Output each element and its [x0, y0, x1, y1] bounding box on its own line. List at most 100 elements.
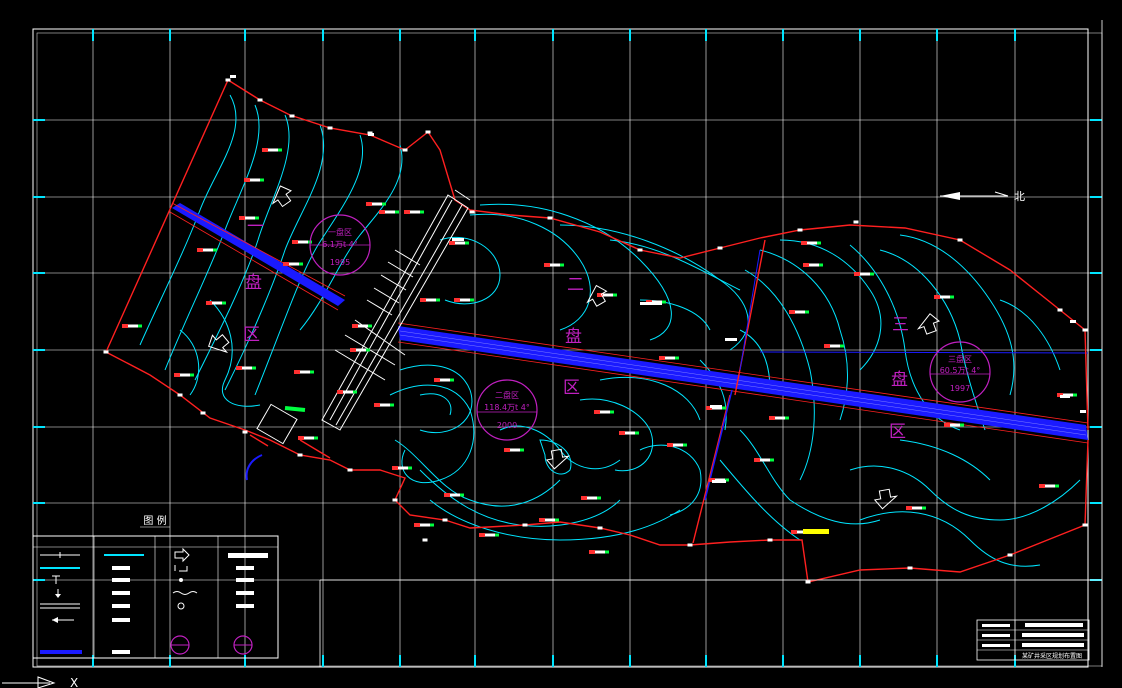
yellow-marker — [803, 529, 829, 534]
legend-symbol-bar — [236, 591, 254, 595]
legend-symbol-bar — [112, 604, 130, 608]
boundary-point — [637, 248, 643, 252]
boundary-point — [717, 246, 723, 250]
elevation-marker — [659, 356, 679, 360]
legend-symbol-bar — [236, 578, 254, 582]
elevation-marker — [801, 241, 821, 245]
north-label: 北 — [1014, 190, 1025, 203]
legend-symbol-blue-line — [40, 650, 82, 654]
elevation-marker — [236, 366, 256, 370]
svg-text:60.5万t 4°: 60.5万t 4° — [940, 366, 981, 375]
elevation-marker — [824, 344, 844, 348]
elevation-marker — [667, 443, 687, 447]
elevation-marker — [539, 518, 559, 522]
elevation-marker — [298, 436, 318, 440]
svg-text:区: 区 — [243, 325, 260, 345]
elevation-marker — [594, 410, 614, 414]
elevation-marker — [444, 493, 464, 497]
svg-text:1997: 1997 — [950, 384, 970, 393]
boundary-point — [797, 228, 803, 232]
elevation-marker — [944, 423, 964, 427]
elevation-marker — [589, 550, 609, 554]
elevation-marker — [597, 293, 617, 297]
boundary-point — [1057, 308, 1063, 312]
svg-text:1995: 1995 — [330, 258, 350, 267]
boundary-point — [297, 453, 303, 457]
elevation-marker — [803, 263, 823, 267]
elevation-marker — [619, 431, 639, 435]
svg-text:6.1万t 4°: 6.1万t 4° — [322, 240, 358, 249]
boundary-point — [225, 78, 231, 82]
annotation-label — [230, 75, 236, 78]
elevation-marker — [854, 272, 874, 276]
elevation-marker — [479, 533, 499, 537]
elevation-marker — [206, 301, 226, 305]
svg-text:区: 区 — [889, 422, 906, 442]
boundary-point — [1082, 328, 1088, 332]
boundary-point — [547, 216, 553, 220]
elevation-marker — [434, 378, 454, 382]
boundary-point — [469, 210, 475, 214]
svg-text:区: 区 — [563, 378, 580, 398]
legend-symbol-bar — [112, 618, 130, 622]
boundary-point — [687, 543, 693, 547]
boundary-point — [347, 468, 353, 472]
elevation-marker — [262, 148, 282, 152]
svg-text:2000: 2000 — [497, 421, 517, 430]
legend-symbol-bar — [236, 604, 254, 608]
annotation-label — [725, 338, 737, 341]
svg-text:三盘区: 三盘区 — [948, 354, 972, 364]
elevation-marker — [504, 448, 524, 452]
boundary-point — [522, 523, 528, 527]
title-block-label: 某矿井采区规划布置图 — [1022, 652, 1082, 660]
elevation-marker — [374, 403, 394, 407]
boundary-point — [957, 238, 963, 242]
annotation-label — [1070, 320, 1076, 323]
boundary-point — [402, 148, 408, 152]
svg-text:二盘区: 二盘区 — [495, 390, 519, 400]
boundary-point — [177, 393, 183, 397]
mine-plan-drawing: 北 一 盘 区 二 盘 区 三 盘 区 一盘区 6.1万t 4° 1995 二盘… — [0, 0, 1122, 688]
boundary-point — [442, 518, 448, 522]
svg-text:二: 二 — [567, 275, 584, 295]
annotation-label — [710, 405, 722, 408]
elevation-marker — [366, 202, 386, 206]
legend-symbol-bar — [112, 591, 130, 595]
boundary-point — [289, 114, 295, 118]
elevation-marker — [454, 298, 474, 302]
legend-symbol-bar — [112, 578, 130, 582]
elevation-marker — [379, 210, 399, 214]
elevation-marker — [174, 373, 194, 377]
legend-symbol-dot-icon — [179, 578, 183, 582]
elevation-marker — [197, 248, 217, 252]
boundary-point — [327, 126, 333, 130]
svg-text:一: 一 — [247, 217, 264, 237]
svg-text:盘: 盘 — [891, 370, 908, 390]
boundary-point — [1082, 523, 1088, 527]
boundary-point — [805, 580, 811, 584]
boundary-point — [103, 350, 109, 354]
elevation-marker — [544, 263, 564, 267]
elevation-marker — [1039, 484, 1059, 488]
elevation-marker — [404, 210, 424, 214]
elevation-marker — [449, 241, 469, 245]
elevation-marker — [789, 310, 809, 314]
boundary-point — [1007, 553, 1013, 557]
elevation-marker — [283, 262, 303, 266]
boundary-point — [200, 411, 206, 415]
boundary-point — [257, 98, 263, 102]
elevation-marker — [350, 348, 370, 352]
elevation-marker — [352, 324, 372, 328]
boundary-point — [853, 220, 859, 224]
boundary-point — [907, 566, 913, 570]
svg-text:118.4万t 4°: 118.4万t 4° — [484, 403, 530, 412]
boundary-point — [422, 538, 428, 542]
elevation-marker — [906, 506, 926, 510]
elevation-marker — [769, 416, 789, 420]
svg-text:三: 三 — [892, 315, 909, 335]
boundary-point — [597, 526, 603, 530]
annotation-label — [712, 480, 726, 483]
legend-title: 图 例 — [143, 514, 166, 527]
annotation-label — [452, 238, 464, 241]
svg-text:盘: 盘 — [565, 327, 582, 347]
